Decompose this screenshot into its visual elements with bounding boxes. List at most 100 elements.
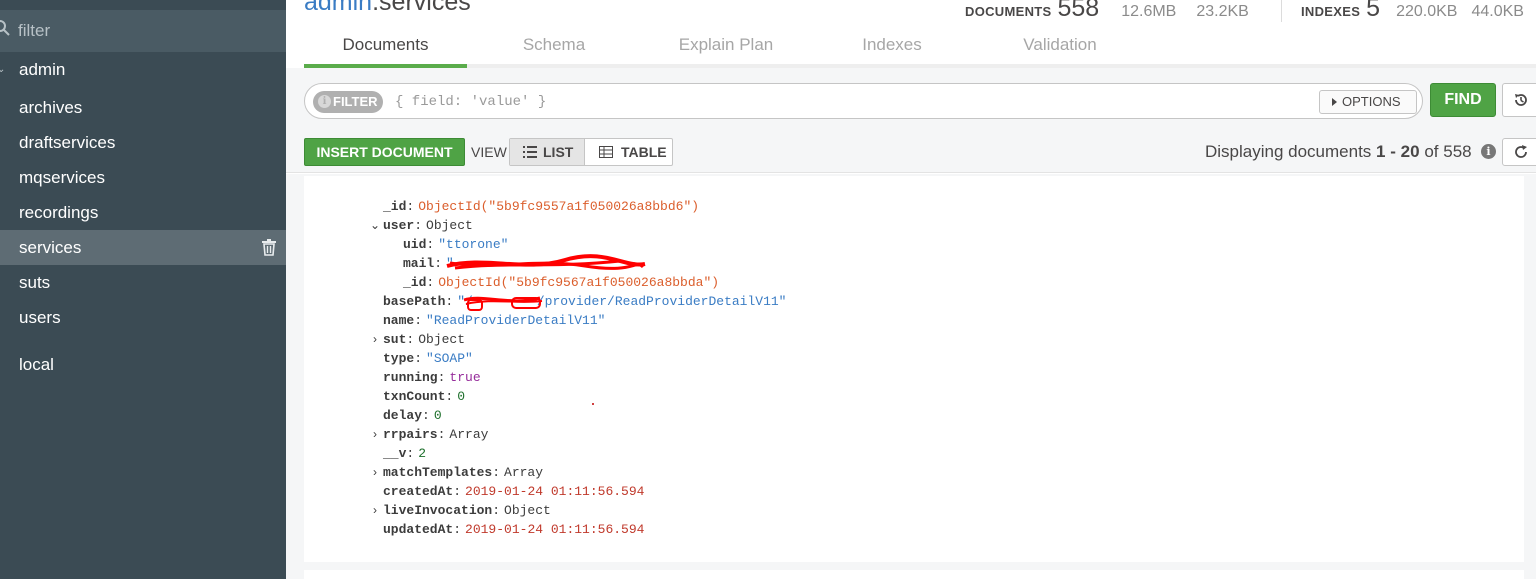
field-key: rrpairs — [383, 427, 438, 442]
insert-document-button[interactable]: INSERT DOCUMENT — [304, 138, 465, 166]
field-key: sut — [383, 332, 407, 347]
table-icon — [599, 146, 613, 158]
sidebar-item-recordings[interactable]: recordings — [0, 195, 286, 230]
sidebar-item-mqservices[interactable]: mqservices — [0, 160, 286, 195]
pagination-to: 20 — [1400, 142, 1420, 161]
field-value[interactable]: 2 — [418, 446, 426, 461]
field-value[interactable]: "SOAP" — [426, 351, 473, 366]
document-field: rrpairs: Array — [383, 427, 489, 442]
chevron-right-icon[interactable]: › — [370, 503, 380, 517]
sidebar-db-local[interactable]: local — [0, 347, 286, 382]
stats-divider — [1281, 0, 1282, 22]
info-icon[interactable]: i — [1481, 144, 1496, 159]
filter-input[interactable] — [395, 91, 1295, 113]
field-value[interactable]: 0 — [457, 389, 465, 404]
field-value: Object — [426, 218, 473, 233]
field-value[interactable]: " — [446, 256, 454, 271]
tab-indexes[interactable]: Indexes — [832, 30, 952, 64]
document-field: sut: Object — [383, 332, 466, 347]
field-value[interactable]: true — [449, 370, 480, 385]
indexes-avg-size: 44.0KB — [1471, 3, 1524, 20]
history-icon — [1515, 94, 1527, 106]
field-key: _id — [403, 275, 427, 290]
document-field: basePath: "//provider/ReadProviderDetailV… — [383, 294, 787, 309]
refresh-button[interactable] — [1502, 138, 1536, 166]
tab-schema[interactable]: Schema — [494, 30, 614, 64]
field-value[interactable]: /provider/ReadProviderDetailV11" — [537, 294, 787, 309]
sidebar-item-draftservices[interactable]: draftservices — [0, 125, 286, 160]
field-value[interactable]: 2019-01-24 01:11:56.594 — [465, 484, 644, 499]
namespace-collection: .services — [372, 0, 471, 16]
chevron-right-icon[interactable]: › — [370, 427, 380, 441]
field-value[interactable]: 0 — [434, 408, 442, 423]
list-view-button[interactable]: LIST — [510, 139, 585, 165]
pagination-prefix: Displaying documents — [1205, 142, 1372, 161]
document-field: _id: ObjectId("5b9fc9567a1f050026a8bbda") — [403, 275, 720, 290]
list-icon — [523, 146, 537, 158]
field-value[interactable]: "ReadProviderDetailV11" — [426, 313, 605, 328]
chevron-right-icon[interactable]: › — [370, 332, 380, 346]
document-field: createdAt: 2019-01-24 01:11:56.594 — [383, 484, 645, 499]
document-card[interactable] — [304, 570, 1524, 579]
field-value: Array — [449, 427, 489, 442]
sidebar-filter-input[interactable] — [18, 19, 268, 43]
sidebar-item-suts[interactable]: suts — [0, 265, 286, 300]
documents-avg-size: 23.2KB — [1196, 3, 1249, 20]
field-value[interactable]: ObjectId("5b9fc9557a1f050026a8bbd6") — [418, 199, 699, 214]
sidebar-db-label: local — [19, 355, 54, 374]
field-value[interactable]: "ttorone" — [438, 237, 508, 252]
document-field: matchTemplates: Array — [383, 465, 544, 480]
caret-right-icon — [1332, 98, 1337, 106]
table-view-button[interactable]: TABLE — [586, 139, 672, 165]
list-view-label: LIST — [543, 144, 574, 160]
field-key: __v — [383, 446, 407, 461]
tab-documents[interactable]: Documents — [304, 30, 467, 64]
document-field: type: "SOAP" — [383, 351, 473, 366]
field-key: basePath — [383, 294, 446, 309]
pagination-from: 1 — [1376, 142, 1386, 161]
field-key: matchTemplates — [383, 465, 493, 480]
sidebar-item-services[interactable]: services — [0, 230, 286, 265]
indexes-label: INDEXES — [1301, 4, 1361, 19]
query-history-button[interactable] — [1502, 83, 1536, 117]
namespace-db[interactable]: admin — [304, 0, 372, 16]
active-tab-indicator — [304, 64, 467, 68]
field-key: _id — [383, 199, 407, 214]
document-field: user: Object — [383, 218, 473, 233]
pagination-sep: - — [1390, 142, 1396, 161]
namespace-title: admin.services — [304, 0, 471, 17]
trash-icon[interactable] — [261, 239, 277, 256]
chevron-down-icon: ⌄ — [0, 64, 6, 75]
filter-badge-label: FILTER — [333, 94, 378, 109]
sidebar-item-label: archives — [19, 98, 83, 117]
field-value[interactable]: ObjectId("5b9fc9567a1f050026a8bbda") — [438, 275, 719, 290]
field-key: name — [383, 313, 415, 328]
document-field: _id: ObjectId("5b9fc9557a1f050026a8bbd6") — [383, 199, 700, 214]
field-key: running — [383, 370, 438, 385]
field-key: liveInvocation — [383, 503, 493, 518]
field-value: Object — [418, 332, 466, 347]
sidebar-item-label: services — [19, 238, 82, 257]
field-key: user — [383, 218, 415, 233]
field-value[interactable]: 2019-01-24 01:11:56.594 — [465, 522, 644, 537]
find-button[interactable]: FIND — [1430, 83, 1496, 117]
field-value[interactable]: "/ — [457, 294, 473, 309]
pagination-summary: Displaying documents 1 - 20 of 558 — [1205, 142, 1472, 162]
view-toggle: LIST TABLE — [509, 138, 673, 166]
tab-validation[interactable]: Validation — [1000, 30, 1120, 64]
sidebar-db-admin[interactable]: ⌄ admin — [0, 52, 286, 87]
chevron-right-icon[interactable]: › — [370, 465, 380, 479]
chevron-down-icon[interactable]: ⌄ — [370, 218, 380, 232]
options-button[interactable]: OPTIONS — [1319, 90, 1417, 114]
sidebar-item-label: draftservices — [19, 133, 116, 152]
filter-bar[interactable]: i FILTER OPTIONS — [304, 83, 1423, 119]
document-field: name: "ReadProviderDetailV11" — [383, 313, 606, 328]
field-key: type — [383, 351, 415, 366]
field-key: txnCount — [383, 389, 446, 404]
field-key: mail — [403, 256, 435, 271]
documents-stats: DOCUMENTS 558 12.6MB 23.2KB — [965, 0, 1269, 23]
tab-explain-plan[interactable]: Explain Plan — [656, 30, 796, 64]
field-value: Array — [504, 465, 544, 480]
sidebar-item-archives[interactable]: archives — [0, 90, 286, 125]
sidebar-item-users[interactable]: users — [0, 300, 286, 335]
